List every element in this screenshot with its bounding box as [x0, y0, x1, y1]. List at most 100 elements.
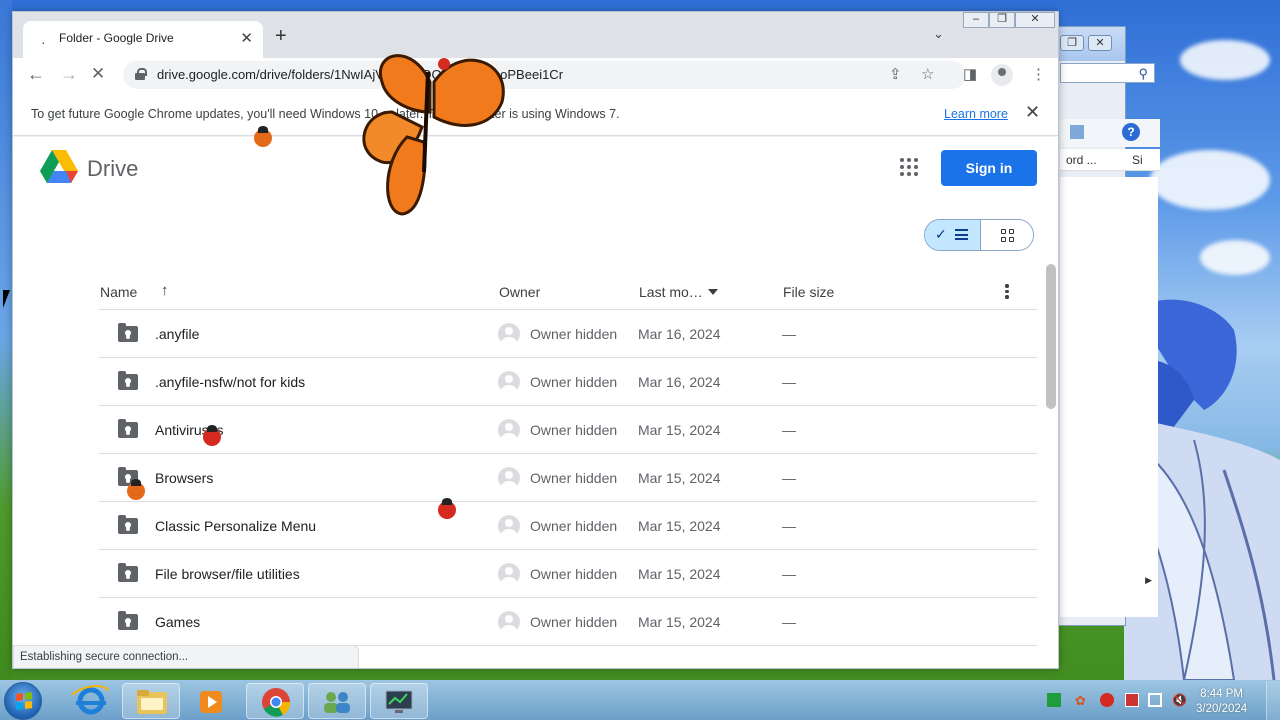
owner-avatar-icon — [498, 467, 520, 489]
side-panel-icon[interactable]: ◨ — [963, 65, 977, 83]
explorer-column-label[interactable]: Si — [1132, 153, 1143, 167]
tab-search-chevron-icon[interactable]: ⌄ — [933, 26, 944, 42]
scroll-right-icon[interactable]: ▶ — [1145, 575, 1152, 586]
google-apps-icon[interactable] — [900, 158, 918, 176]
search-icon: ⚲ — [1138, 66, 1148, 81]
google-drive-logo-icon[interactable] — [40, 150, 78, 184]
sort-caret-down-icon[interactable] — [708, 289, 718, 295]
profile-avatar[interactable] — [991, 64, 1013, 86]
column-last-modified[interactable]: Last mo… — [639, 284, 703, 300]
file-row[interactable]: Antiviruses Owner hidden Mar 15, 2024 — — [99, 406, 1037, 454]
new-tab-button[interactable]: + — [275, 25, 287, 48]
drive-brand-label[interactable]: Drive — [87, 156, 138, 182]
shared-folder-icon — [118, 563, 138, 582]
file-owner: Owner hidden — [530, 374, 618, 390]
browser-toolbar: ← → ✕ drive.google.com/drive/folders/1Nw… — [13, 58, 1058, 92]
sort-ascending-arrow-icon[interactable]: ↑ — [161, 282, 169, 299]
file-size: — — [782, 518, 796, 534]
taskbar-chrome[interactable] — [246, 683, 304, 719]
taskbar-media-player[interactable] — [184, 683, 242, 719]
file-owner: Owner hidden — [530, 470, 618, 486]
file-name[interactable]: File browser/file utilities — [155, 566, 300, 582]
infobar-message: To get future Google Chrome updates, you… — [31, 107, 620, 121]
file-name[interactable]: Classic Personalize Menu — [155, 518, 316, 534]
file-name[interactable]: .anyfile — [155, 326, 199, 342]
internet-explorer-icon — [71, 685, 109, 715]
ladybug-overlay — [438, 498, 456, 519]
shared-folder-icon — [118, 419, 138, 438]
file-row[interactable]: Classic Personalize Menu Owner hidden Ma… — [99, 502, 1037, 550]
restore-button[interactable]: ❐ — [1060, 35, 1084, 51]
maximize-button[interactable]: ❐ — [989, 12, 1015, 28]
show-desktop-button[interactable] — [1266, 681, 1280, 720]
file-row[interactable]: .anyfile Owner hidden Mar 16, 2024 — — [99, 310, 1037, 358]
tab-google-drive[interactable]: · Folder - Google Drive ✕ — [23, 21, 263, 58]
start-button[interactable] — [4, 682, 42, 720]
learn-more-link[interactable]: Learn more — [944, 107, 1008, 121]
close-tab-icon[interactable]: ✕ — [240, 29, 253, 47]
drive-page: Drive Sign in ✓ Name ↑ Owner Last mo… Fi… — [13, 137, 1058, 668]
tray-app-icon[interactable] — [1047, 693, 1061, 707]
taskbar-internet-explorer[interactable] — [62, 683, 120, 719]
ladybug-overlay — [127, 479, 145, 500]
bookmark-star-icon[interactable]: ☆ — [921, 65, 934, 83]
file-modified: Mar 16, 2024 — [638, 326, 721, 342]
close-button[interactable]: ✕ — [1088, 35, 1112, 51]
chrome-window: · Folder - Google Drive ✕ + ⌄ – ❐ ✕ ← → … — [12, 11, 1059, 669]
shared-folder-icon — [118, 323, 138, 342]
file-modified: Mar 16, 2024 — [638, 374, 721, 390]
stop-loading-icon[interactable]: ✕ — [91, 64, 105, 84]
column-owner: Owner — [499, 284, 541, 300]
volume-muted-icon[interactable]: 🔇 — [1172, 693, 1187, 707]
column-name[interactable]: Name — [100, 284, 137, 300]
help-icon[interactable]: ? — [1122, 123, 1140, 141]
address-bar[interactable]: drive.google.com/drive/folders/1NwIAjVxH… — [123, 61, 966, 89]
back-icon[interactable]: ← — [27, 64, 45, 85]
owner-avatar-icon — [498, 563, 520, 585]
monitor-icon — [385, 690, 413, 713]
file-row[interactable]: File browser/file utilities Owner hidden… — [99, 550, 1037, 598]
explorer-column-label[interactable]: ord ... — [1066, 153, 1097, 167]
system-clock[interactable]: 8:44 PM 3/20/2024 — [1196, 687, 1247, 717]
file-size: — — [782, 470, 796, 486]
taskbar-file-explorer[interactable] — [122, 683, 180, 719]
column-file-size[interactable]: File size — [783, 284, 834, 300]
file-owner: Owner hidden — [530, 518, 618, 534]
chrome-icon — [262, 688, 291, 717]
share-icon[interactable]: ⇪ — [889, 65, 902, 83]
flag-error-icon[interactable] — [1125, 693, 1139, 707]
shared-folder-icon — [118, 611, 138, 630]
window-close-button[interactable]: ✕ — [1015, 12, 1055, 28]
taskbar-task-manager[interactable] — [370, 683, 428, 719]
media-player-icon — [200, 691, 222, 713]
pane-icon[interactable] — [1070, 125, 1084, 139]
file-row[interactable]: Games Owner hidden Mar 15, 2024 — — [99, 598, 1037, 646]
desktop-cloud — [1200, 240, 1270, 275]
file-name[interactable]: .anyfile-nsfw/not for kids — [155, 374, 305, 390]
file-name[interactable]: Browsers — [155, 470, 213, 486]
lock-icon[interactable] — [135, 68, 147, 80]
minimize-button[interactable]: – — [963, 12, 989, 28]
taskbar-users-app[interactable] — [308, 683, 366, 719]
page-scrollbar-thumb[interactable] — [1046, 264, 1056, 409]
list-view-button[interactable]: ✓ — [925, 220, 981, 250]
list-lines-icon — [955, 229, 968, 240]
ladybug-tray-icon[interactable] — [1100, 693, 1114, 707]
file-row[interactable]: .anyfile-nsfw/not for kids Owner hidden … — [99, 358, 1037, 406]
more-options-icon[interactable] — [1005, 284, 1009, 300]
grid-view-button[interactable] — [981, 220, 1033, 250]
network-icon[interactable] — [1148, 693, 1162, 707]
file-name[interactable]: Games — [155, 614, 200, 630]
file-size: — — [782, 614, 796, 630]
sign-in-button[interactable]: Sign in — [941, 150, 1037, 186]
file-row[interactable]: Browsers Owner hidden Mar 15, 2024 — — [99, 454, 1037, 502]
infobar-close-icon[interactable]: ✕ — [1025, 102, 1040, 123]
forward-icon[interactable]: → — [60, 64, 78, 85]
ladybug-overlay — [203, 425, 221, 446]
menu-kebab-icon[interactable]: ⋮ — [1031, 65, 1046, 83]
explorer-search-input[interactable]: ⚲ — [1060, 63, 1155, 83]
butterfly-tray-icon[interactable]: ✿ — [1075, 693, 1089, 708]
file-modified: Mar 15, 2024 — [638, 614, 721, 630]
folder-explorer-icon — [137, 690, 167, 714]
ladybug-overlay — [254, 126, 272, 147]
